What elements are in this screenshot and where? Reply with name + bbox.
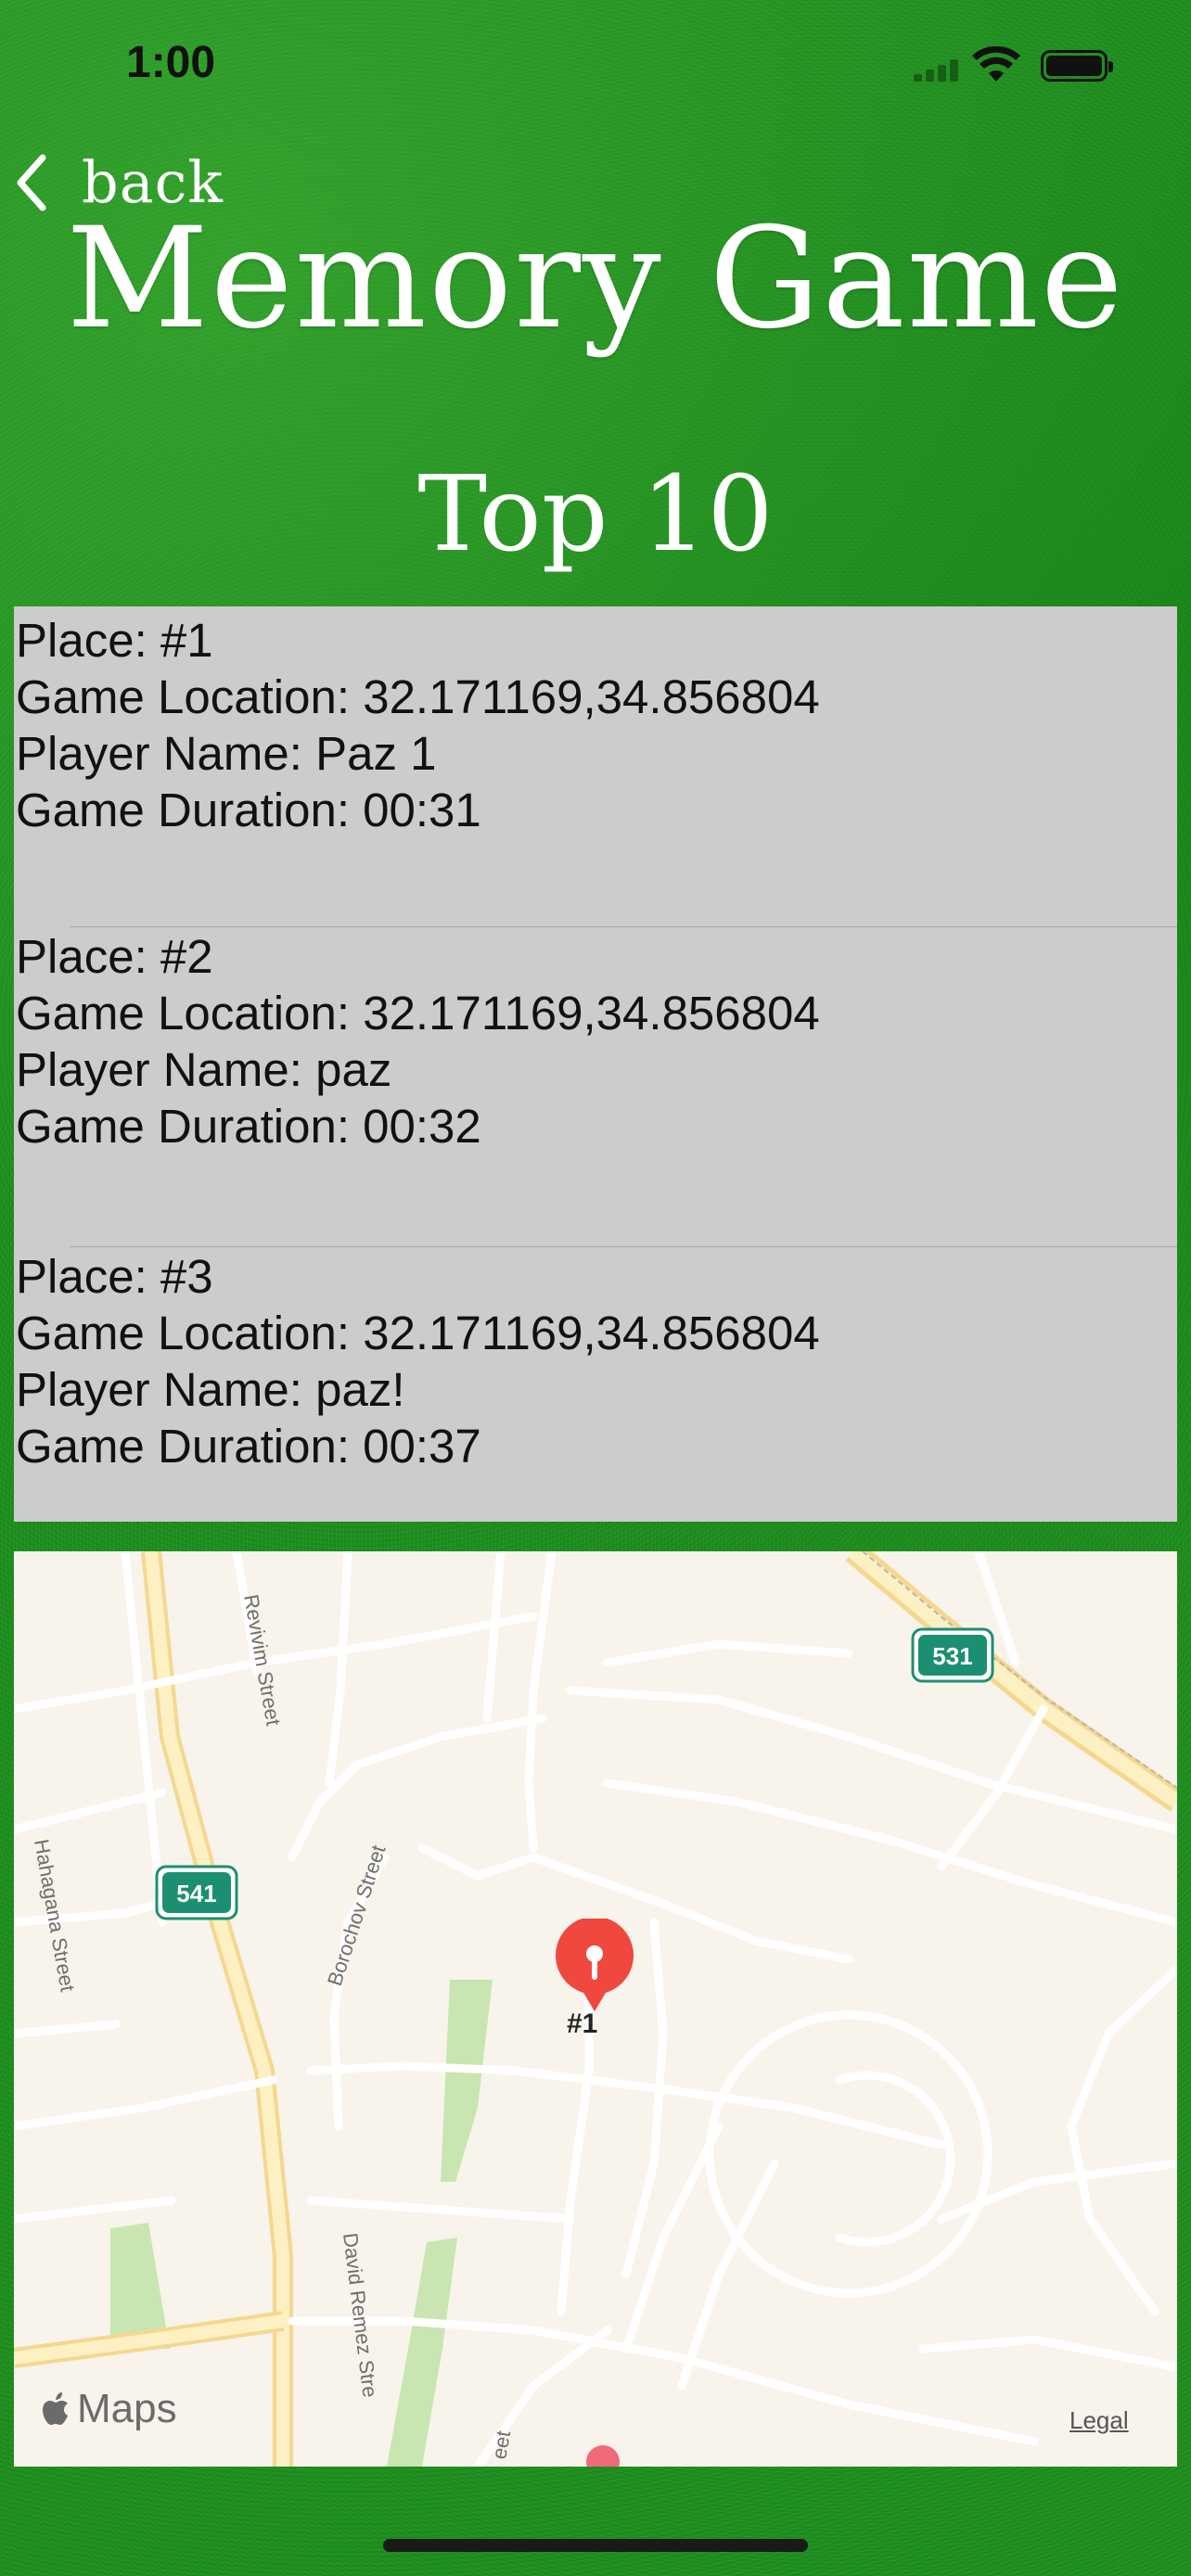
player-name-label: Player Name: paz!: [16, 1363, 405, 1416]
row-divider: [70, 926, 1177, 927]
route-shield-531: 531: [911, 1627, 994, 1683]
location-label: Game Location: 32.171169,34.856804: [16, 670, 820, 723]
location-label: Game Location: 32.171169,34.856804: [16, 987, 820, 1039]
battery-icon: [1041, 50, 1113, 82]
legal-link[interactable]: Legal: [1069, 2406, 1129, 2435]
maps-attribution: Maps: [40, 2386, 177, 2432]
app-title: Memory Game: [66, 198, 1125, 360]
location-label: Game Location: 32.171169,34.856804: [16, 1307, 820, 1359]
status-bar: 1:00: [0, 0, 1191, 130]
street-label-borochov: Borochov Street: [323, 1843, 391, 1989]
wifi-icon: [972, 46, 1020, 82]
maps-label: Maps: [77, 2386, 177, 2431]
leaderboard-title: Top 10: [417, 454, 774, 575]
svg-text:531: 531: [932, 1642, 972, 1670]
duration-label: Game Duration: 00:37: [16, 1420, 481, 1473]
location-pin-icon[interactable]: [556, 1919, 634, 2011]
player-name-label: Player Name: Paz 1: [16, 727, 437, 780]
svg-text:541: 541: [176, 1880, 216, 1907]
map-view[interactable]: Revivim Street Borochov Street Hahagana …: [14, 1551, 1177, 2467]
score-row[interactable]: Place: #3 Game Location: 32.171169,34.85…: [14, 1246, 1177, 1522]
player-name-label: Player Name: paz: [16, 1043, 392, 1096]
pin-label: #1: [567, 2009, 598, 2039]
score-row[interactable]: Place: #2 Game Location: 32.171169,34.85…: [14, 926, 1177, 1246]
place-label: Place: #1: [16, 614, 213, 667]
top-scores-list[interactable]: Place: #1 Game Location: 32.171169,34.85…: [14, 606, 1177, 1522]
route-shield-541: 541: [155, 1865, 238, 1920]
street-label-david-remez: David Remez Stre: [339, 2232, 382, 2399]
row-divider: [70, 1246, 1177, 1247]
duration-label: Game Duration: 00:31: [16, 784, 481, 836]
score-row[interactable]: Place: #1 Game Location: 32.171169,34.85…: [14, 606, 1177, 926]
place-label: Place: #3: [16, 1250, 213, 1303]
home-indicator[interactable]: [383, 2539, 808, 2552]
apple-logo-icon: [43, 2392, 68, 2425]
status-time: 1:00: [126, 38, 216, 87]
street-label-partial: eet: [487, 2429, 515, 2460]
duration-label: Game Duration: 00:32: [16, 1100, 481, 1153]
place-label: Place: #2: [16, 930, 213, 983]
cellular-signal-icon: [914, 56, 969, 82]
